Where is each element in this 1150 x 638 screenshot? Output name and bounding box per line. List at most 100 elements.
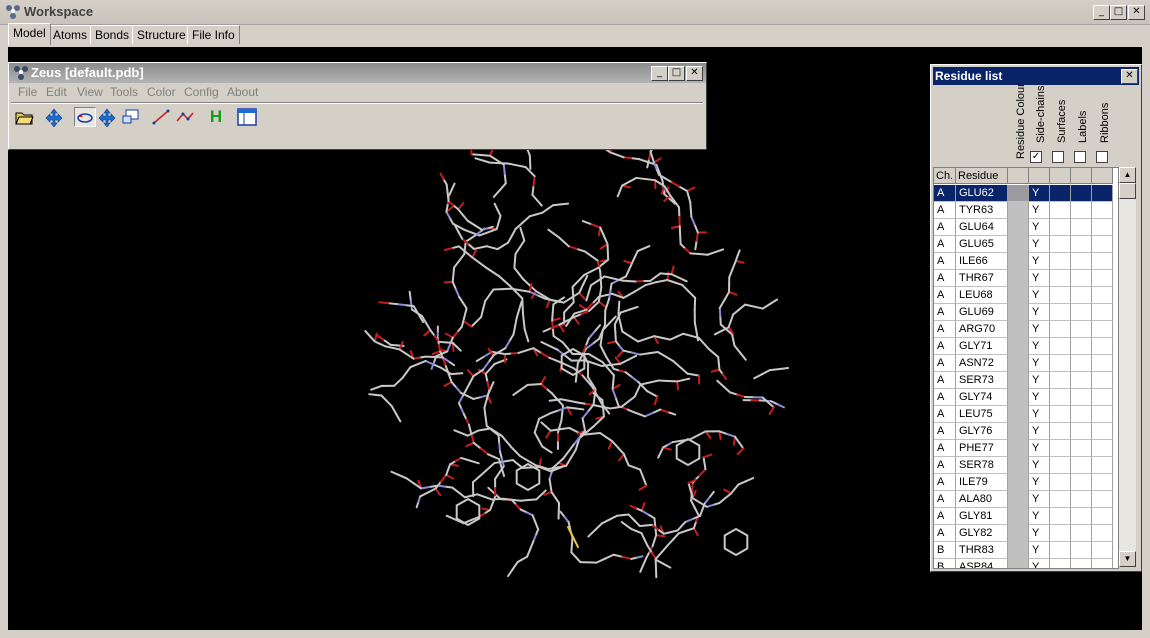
tab-atoms[interactable]: Atoms xyxy=(48,25,93,44)
side-chains-cell[interactable]: Y xyxy=(1029,321,1050,338)
zeus-minimize-button[interactable]: _ xyxy=(651,66,668,81)
surfaces-cell[interactable] xyxy=(1050,270,1071,287)
residue-name-cell[interactable]: ASN72 xyxy=(956,355,1008,372)
grid-header-surfaces[interactable] xyxy=(1050,168,1071,184)
surfaces-cell[interactable] xyxy=(1050,508,1071,525)
chain-cell[interactable]: A xyxy=(934,338,956,355)
residue-colour-cell[interactable] xyxy=(1008,423,1029,440)
menu-view[interactable]: View xyxy=(77,85,103,99)
side-chains-cell[interactable]: Y xyxy=(1029,338,1050,355)
labels-cell[interactable] xyxy=(1071,559,1092,568)
residue-name-cell[interactable]: GLY81 xyxy=(956,508,1008,525)
workspace-close-button[interactable]: ✕ xyxy=(1128,5,1145,20)
side-chains-cell[interactable]: Y xyxy=(1029,508,1050,525)
side-chains-checkbox[interactable]: ✓ xyxy=(1030,151,1042,163)
side-chains-cell[interactable]: Y xyxy=(1029,525,1050,542)
chain-cell[interactable]: A xyxy=(934,440,956,457)
move-button[interactable] xyxy=(43,107,65,128)
table-row[interactable]: A ILE66 Y xyxy=(934,253,1118,270)
side-chains-cell[interactable]: Y xyxy=(1029,440,1050,457)
residue-colour-cell[interactable] xyxy=(1008,440,1029,457)
ribbons-cell[interactable] xyxy=(1092,457,1113,474)
side-chains-cell[interactable]: Y xyxy=(1029,219,1050,236)
side-chains-cell[interactable]: Y xyxy=(1029,559,1050,568)
ribbons-cell[interactable] xyxy=(1092,491,1113,508)
ribbons-cell[interactable] xyxy=(1092,508,1113,525)
scroll-thumb[interactable] xyxy=(1119,183,1136,199)
surfaces-cell[interactable] xyxy=(1050,474,1071,491)
chain-cell[interactable]: A xyxy=(934,406,956,423)
residue-colour-cell[interactable] xyxy=(1008,304,1029,321)
labels-cell[interactable] xyxy=(1071,372,1092,389)
residue-name-cell[interactable]: ILE66 xyxy=(956,253,1008,270)
surfaces-cell[interactable] xyxy=(1050,457,1071,474)
labels-cell[interactable] xyxy=(1071,253,1092,270)
chain-cell[interactable]: A xyxy=(934,253,956,270)
table-row[interactable]: A GLY71 Y xyxy=(934,338,1118,355)
table-row[interactable]: A GLU69 Y xyxy=(934,304,1118,321)
side-chains-cell[interactable]: Y xyxy=(1029,389,1050,406)
ribbons-cell[interactable] xyxy=(1092,355,1113,372)
translate-button[interactable] xyxy=(96,107,118,128)
chain-cell[interactable]: A xyxy=(934,355,956,372)
labels-cell[interactable] xyxy=(1071,185,1092,202)
chain-cell[interactable]: A xyxy=(934,304,956,321)
residue-grid[interactable]: Ch. Residue A GLU62 Y A TYR63 Y A GLU64 Y A GLU65 Y… xyxy=(933,167,1119,569)
labels-cell[interactable] xyxy=(1071,440,1092,457)
workspace-minimize-button[interactable]: _ xyxy=(1093,5,1110,20)
side-chains-cell[interactable]: Y xyxy=(1029,202,1050,219)
residue-name-cell[interactable]: GLU62 xyxy=(956,185,1008,202)
ribbons-cell[interactable] xyxy=(1092,185,1113,202)
side-chains-cell[interactable]: Y xyxy=(1029,236,1050,253)
residue-name-cell[interactable]: ASP84 xyxy=(956,559,1008,568)
menu-tools[interactable]: Tools xyxy=(110,85,138,99)
ribbons-cell[interactable] xyxy=(1092,270,1113,287)
side-chains-cell[interactable]: Y xyxy=(1029,355,1050,372)
residue-colour-cell[interactable] xyxy=(1008,406,1029,423)
table-row[interactable]: A THR67 Y xyxy=(934,270,1118,287)
side-chains-cell[interactable]: Y xyxy=(1029,253,1050,270)
ribbons-cell[interactable] xyxy=(1092,559,1113,568)
residue-name-cell[interactable]: GLU64 xyxy=(956,219,1008,236)
residue-name-cell[interactable]: THR67 xyxy=(956,270,1008,287)
surfaces-cell[interactable] xyxy=(1050,202,1071,219)
side-chains-cell[interactable]: Y xyxy=(1029,542,1050,559)
residue-name-cell[interactable]: SER78 xyxy=(956,457,1008,474)
table-row[interactable]: A SER78 Y xyxy=(934,457,1118,474)
measure-distance-button[interactable] xyxy=(150,107,172,127)
surfaces-cell[interactable] xyxy=(1050,542,1071,559)
residue-name-cell[interactable]: GLY71 xyxy=(956,338,1008,355)
grid-header-chain[interactable]: Ch. xyxy=(934,168,956,184)
table-row[interactable]: A GLY82 Y xyxy=(934,525,1118,542)
ribbons-cell[interactable] xyxy=(1092,474,1113,491)
residue-colour-cell[interactable] xyxy=(1008,338,1029,355)
residue-colour-cell[interactable] xyxy=(1008,253,1029,270)
surfaces-cell[interactable] xyxy=(1050,304,1071,321)
scroll-up-button[interactable]: ▲ xyxy=(1119,167,1136,183)
chain-cell[interactable]: A xyxy=(934,202,956,219)
residue-list-scrollbar[interactable]: ▲ ▼ xyxy=(1119,167,1136,567)
labels-cell[interactable] xyxy=(1071,508,1092,525)
zeus-maximize-button[interactable]: □ xyxy=(668,66,685,81)
table-row[interactable]: A LEU68 Y xyxy=(934,287,1118,304)
ribbons-cell[interactable] xyxy=(1092,542,1113,559)
residue-name-cell[interactable]: TYR63 xyxy=(956,202,1008,219)
chain-cell[interactable]: A xyxy=(934,508,956,525)
chain-cell[interactable]: B xyxy=(934,559,956,568)
tab-model[interactable]: Model xyxy=(8,23,51,45)
open-folder-button[interactable] xyxy=(13,107,35,127)
ribbons-cell[interactable] xyxy=(1092,525,1113,542)
labels-cell[interactable] xyxy=(1071,457,1092,474)
chain-cell[interactable]: A xyxy=(934,270,956,287)
table-row[interactable]: A PHE77 Y xyxy=(934,440,1118,457)
rotate-button[interactable] xyxy=(74,107,96,127)
menu-about[interactable]: About xyxy=(227,85,258,99)
residue-name-cell[interactable]: SER73 xyxy=(956,372,1008,389)
residue-colour-cell[interactable] xyxy=(1008,474,1029,491)
ribbons-cell[interactable] xyxy=(1092,423,1113,440)
residue-name-cell[interactable]: LEU68 xyxy=(956,287,1008,304)
side-chains-cell[interactable]: Y xyxy=(1029,423,1050,440)
residue-name-cell[interactable]: GLY82 xyxy=(956,525,1008,542)
residue-colour-cell[interactable] xyxy=(1008,202,1029,219)
chain-cell[interactable]: A xyxy=(934,219,956,236)
